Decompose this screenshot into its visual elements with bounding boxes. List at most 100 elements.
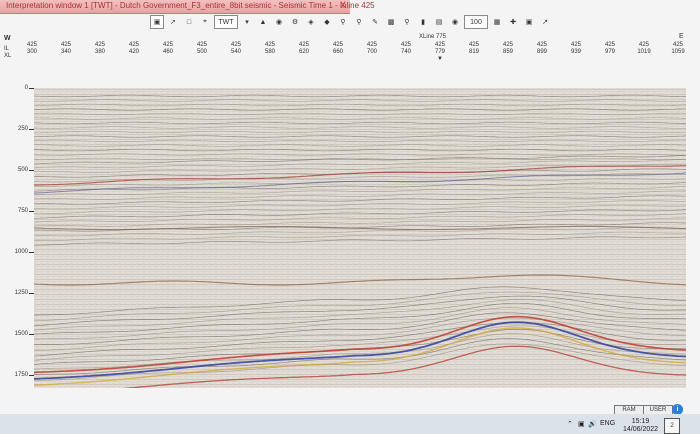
tick-xl: 380 [94, 49, 105, 55]
xline-marker-tick: 425 779 ▼ [428, 42, 452, 63]
tick-xl: 660 [332, 49, 343, 55]
domain-selector[interactable]: TWT [214, 15, 238, 29]
tick-il: 425 [672, 42, 683, 48]
volume-icon[interactable]: 🔊 [588, 420, 597, 428]
tick-il: 425 [230, 42, 241, 48]
xl-tick: 425 819 [462, 42, 486, 56]
tick-xl: 1059 [671, 49, 685, 55]
share-icon[interactable]: ↗ [538, 15, 552, 29]
seismic-image [34, 88, 686, 388]
tick-xl: 420 [128, 49, 139, 55]
tick-xl: 540 [230, 49, 241, 55]
il-label: IL [4, 46, 10, 52]
rubberband-zoom-icon[interactable]: □ [182, 15, 196, 29]
xl-tick: 425 939 [564, 42, 588, 56]
zoom-out-icon[interactable]: ⚲ [352, 15, 366, 29]
tick-il: 425 [298, 42, 309, 48]
xl-tick: 425 580 [258, 42, 282, 56]
xline-indicator: XLine 775 [419, 34, 446, 40]
xl-tick: 425 500 [190, 42, 214, 56]
window-title: Interpretation window 1 [TWT] - Dutch Go… [6, 1, 375, 10]
tick-il: 425 [604, 42, 615, 48]
tick-xl: 939 [570, 49, 581, 55]
clock[interactable]: 15:19 14/06/2022 [623, 418, 658, 434]
network-icon[interactable]: ▣ [578, 420, 585, 428]
tick-xl: 580 [264, 49, 275, 55]
tick-xl: 899 [536, 49, 547, 55]
bar-chart-icon[interactable]: ▮ [416, 15, 430, 29]
tick-il: 425 [400, 42, 411, 48]
xl-tick: 425 859 [496, 42, 520, 56]
west-label: W [4, 35, 11, 42]
y-tick-label: 500 [17, 167, 28, 173]
screen: Interpretation window 1 [TWT] - Dutch Go… [0, 0, 700, 434]
seismic-section[interactable] [34, 88, 686, 388]
y-tick-label: 1250 [14, 290, 28, 296]
xl-tick: 425 660 [326, 42, 350, 56]
tick-xl: 620 [298, 49, 309, 55]
language-indicator[interactable]: ENG [600, 420, 615, 427]
tick-il: 425 [128, 42, 139, 48]
tick-xl: 819 [468, 49, 479, 55]
y-tick-label: 1750 [14, 372, 28, 378]
tick-il: 425 [196, 42, 207, 48]
tick-xl: 500 [196, 49, 207, 55]
xl-tick: 425 340 [54, 42, 78, 56]
attribute-icon[interactable]: ▲ [256, 15, 270, 29]
xl-tick: 425 460 [156, 42, 180, 56]
toolbar: ▣ ➚ □ ⌖ TWT ▾ ▲ ◉ ⚙ ◈ ◆ ⚲ ⚲ ✎ ▩ ⚲ ▮ ▤ ◉ … [150, 14, 550, 30]
tick-il: 425 [570, 42, 581, 48]
tick-il: 425 [468, 42, 479, 48]
tick-xl: 740 [400, 49, 411, 55]
camera-icon[interactable]: ◉ [448, 15, 462, 29]
xl-tick: 425 380 [88, 42, 112, 56]
xl-label: XL [4, 53, 12, 59]
xline-il: 425 [434, 42, 445, 48]
xl-tick: 425 700 [360, 42, 384, 56]
print-icon[interactable]: ▩ [384, 15, 398, 29]
y-tick-label: 1500 [14, 331, 28, 337]
crosshair-icon[interactable]: ⌖ [198, 15, 212, 29]
settings-icon[interactable]: ⚙ [288, 15, 302, 29]
grid-icon[interactable]: ▦ [490, 15, 504, 29]
pan-icon[interactable]: ✚ [506, 15, 520, 29]
dropdown-icon[interactable]: ▾ [240, 15, 254, 29]
xl-tick: 425 420 [122, 42, 146, 56]
horizon-icon[interactable]: ◈ [304, 15, 318, 29]
toolbar-home-button[interactable]: ▣ [150, 15, 164, 29]
tick-xl: 700 [366, 49, 377, 55]
tick-il: 425 [94, 42, 105, 48]
tick-il: 425 [366, 42, 377, 48]
y-tick-label: 750 [17, 208, 28, 214]
notification-button[interactable]: 2 [664, 418, 680, 434]
tick-il: 425 [264, 42, 275, 48]
export-icon[interactable]: ▣ [522, 15, 536, 29]
window-titlebar: Interpretation window 1 [TWT] - Dutch Go… [0, 0, 375, 14]
tick-il: 425 [162, 42, 173, 48]
tick-il: 425 [536, 42, 547, 48]
pointer-icon[interactable]: ➚ [166, 15, 180, 29]
tick-xl: 1019 [637, 49, 651, 55]
east-label: E [679, 33, 684, 40]
layout-icon[interactable]: ▤ [432, 15, 446, 29]
close-button[interactable]: X [340, 0, 346, 10]
xl-tick: 425 979 [598, 42, 622, 56]
clock-date: 14/06/2022 [623, 426, 659, 433]
tick-xl: 460 [162, 49, 173, 55]
xline-label: XLine 775 [419, 34, 447, 40]
search-icon[interactable]: ⚲ [400, 15, 414, 29]
color-table-icon[interactable]: ◉ [272, 15, 286, 29]
tray-expand-icon[interactable]: ⌃ [567, 420, 573, 428]
tick-il: 425 [60, 42, 71, 48]
y-tick-label: 1000 [14, 249, 28, 255]
xline-xl: 779 [434, 49, 445, 55]
xl-tick: 425 1019 [632, 42, 656, 56]
y-tick-label: 250 [17, 126, 28, 132]
zoom-in-icon[interactable]: ⚲ [336, 15, 350, 29]
brush-icon[interactable]: ✎ [368, 15, 382, 29]
xl-tick: 425 540 [224, 42, 248, 56]
zoom-input[interactable]: 100 [464, 15, 488, 29]
fault-icon[interactable]: ◆ [320, 15, 334, 29]
tick-xl: 340 [60, 49, 71, 55]
xl-tick: 425 300 [20, 42, 44, 56]
